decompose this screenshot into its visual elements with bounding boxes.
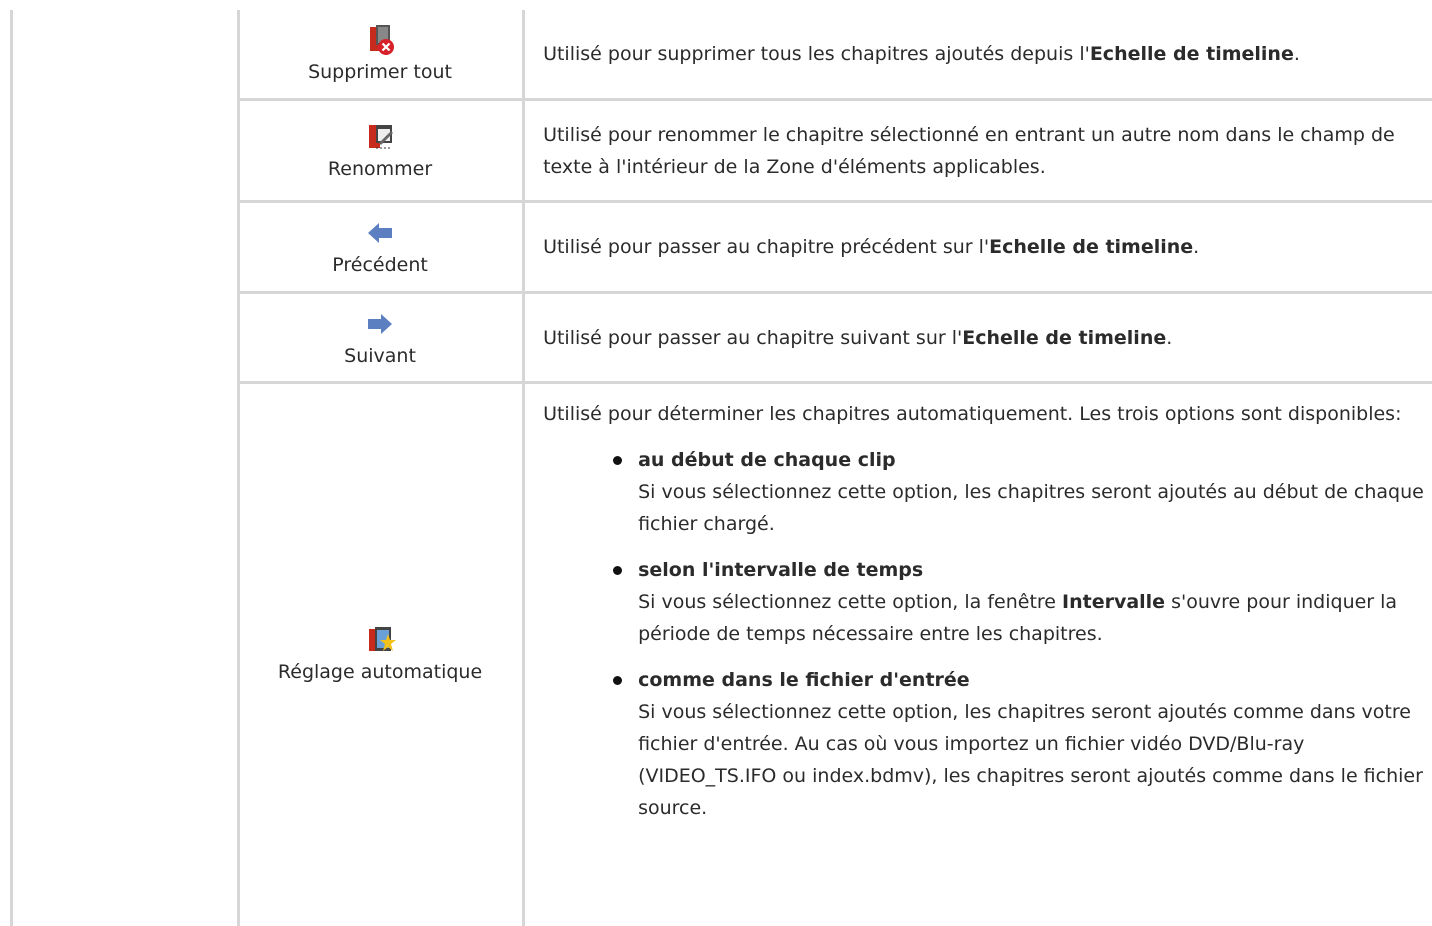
command-label: Suivant <box>344 344 416 367</box>
list-item: comme dans le fichier d'entrée Si vous s… <box>543 664 1432 824</box>
description-text: Utilisé pour passer au chapitre précéden… <box>543 236 1200 258</box>
option-title: comme dans le fichier d'entrée <box>638 669 970 691</box>
command-cell: Réglage automatique <box>240 384 520 924</box>
list-item: selon l'intervalle de temps Si vous séle… <box>543 554 1432 650</box>
command-label: Précédent <box>332 254 428 276</box>
command-cell: Supprimer tout <box>240 10 520 98</box>
description-intro: Utilisé pour déterminer les chapitres au… <box>543 403 1402 425</box>
previous-arrow-icon <box>368 223 393 243</box>
table-row: Supprimer tout Utilisé pour supprimer to… <box>240 10 1432 101</box>
table-row: Suivant Utilisé pour passer au chapitre … <box>240 294 1432 384</box>
command-cell: Renommer <box>240 101 520 200</box>
table-row: Réglage automatique Utilisé pour détermi… <box>240 384 1432 924</box>
list-item: au début de chaque clip Si vous sélectio… <box>543 444 1432 540</box>
delete-all-chapters-icon <box>370 25 395 55</box>
description-cell: Utilisé pour passer au chapitre suivant … <box>523 294 1432 381</box>
auto-chapter-icon <box>369 627 397 651</box>
option-title: au début de chaque clip <box>638 449 896 471</box>
table-row: Précédent Utilisé pour passer au chapitr… <box>240 203 1432 294</box>
description-text: Utilisé pour passer au chapitre suivant … <box>543 326 1173 349</box>
command-cell: Précédent <box>240 203 520 291</box>
table-row: Renommer Utilisé pour renommer le chapit… <box>240 101 1432 203</box>
command-cell: Suivant <box>240 294 520 381</box>
description-cell: Utilisé pour déterminer les chapitres au… <box>523 384 1432 924</box>
option-text: Si vous sélectionnez cette option, les c… <box>638 481 1424 535</box>
options-list: au début de chaque clip Si vous sélectio… <box>543 444 1432 838</box>
next-arrow-icon <box>368 313 393 334</box>
description-cell: Utilisé pour supprimer tous les chapitre… <box>523 10 1432 98</box>
description-cell: Utilisé pour passer au chapitre précéden… <box>523 203 1432 291</box>
option-text: Si vous sélectionnez cette option, les c… <box>638 701 1423 819</box>
left-divider <box>10 10 13 926</box>
chapter-commands-table: Supprimer tout Utilisé pour supprimer to… <box>240 10 1432 924</box>
option-title: selon l'intervalle de temps <box>638 559 924 581</box>
description-cell: Utilisé pour renommer le chapitre sélect… <box>523 101 1432 200</box>
description-text: Utilisé pour renommer le chapitre sélect… <box>543 123 1395 178</box>
description-text: Utilisé pour supprimer tous les chapitre… <box>543 43 1300 65</box>
rename-chapter-icon <box>369 124 394 148</box>
command-label: Réglage automatique <box>277 661 483 683</box>
option-text: Si vous sélectionnez cette option, la fe… <box>638 591 1398 645</box>
command-label: Supprimer tout <box>308 61 452 83</box>
command-label: Renommer <box>327 157 433 180</box>
